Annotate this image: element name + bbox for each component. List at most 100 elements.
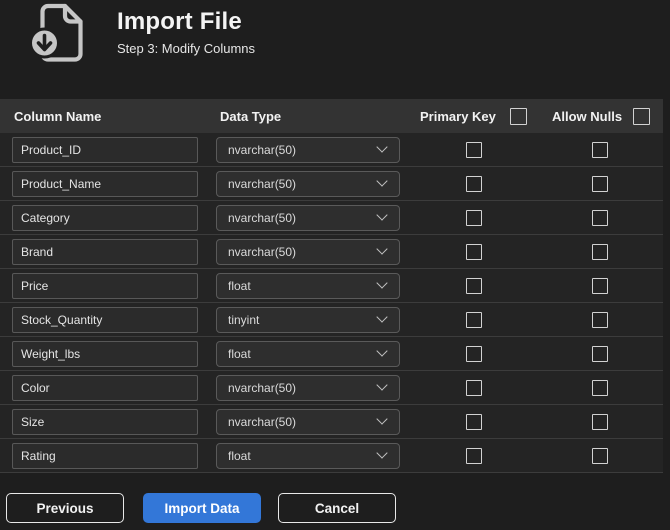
chevron-down-icon <box>376 379 388 391</box>
column-name-input[interactable] <box>12 136 198 163</box>
allow-nulls-cell <box>537 141 663 158</box>
primary-key-cell <box>410 141 537 158</box>
column-name-cell <box>0 442 216 469</box>
data-type-dropdown[interactable]: tinyint <box>216 306 400 333</box>
primary-key-cell <box>410 311 537 328</box>
allow-nulls-checkbox[interactable] <box>592 277 608 294</box>
data-type-dropdown[interactable]: float <box>216 340 400 367</box>
primary-key-checkbox[interactable] <box>465 379 482 396</box>
column-name-input[interactable] <box>12 408 198 435</box>
table-row: nvarchar(50) <box>0 405 663 439</box>
data-type-value: nvarchar(50) <box>228 210 297 225</box>
primary-key-checkbox[interactable] <box>465 277 482 294</box>
table-row: nvarchar(50) <box>0 167 663 201</box>
data-type-dropdown[interactable]: nvarchar(50) <box>216 374 400 401</box>
data-type-dropdown[interactable]: nvarchar(50) <box>216 408 400 435</box>
column-header-name: Column Name <box>14 108 102 124</box>
primary-key-checkbox[interactable] <box>465 141 482 158</box>
table-row: float <box>0 439 663 473</box>
chevron-down-icon <box>376 209 388 221</box>
column-name-input[interactable] <box>12 340 198 367</box>
column-name-input[interactable] <box>12 204 198 231</box>
allow-nulls-checkbox[interactable] <box>592 311 608 328</box>
footer-actions: Previous Import Data Cancel <box>6 493 396 523</box>
allow-nulls-cell <box>537 175 663 192</box>
data-type-value: nvarchar(50) <box>228 176 297 191</box>
primary-key-checkbox[interactable] <box>465 447 482 464</box>
allow-nulls-cell <box>537 379 663 396</box>
allow-nulls-cell <box>537 277 663 294</box>
data-type-value: float <box>228 448 251 463</box>
cancel-button[interactable]: Cancel <box>278 493 396 523</box>
column-name-cell <box>0 204 216 231</box>
column-name-cell <box>0 306 216 333</box>
column-name-cell <box>0 272 216 299</box>
data-type-dropdown[interactable]: nvarchar(50) <box>216 136 400 163</box>
table-header-row: Column Name Data Type Primary Key Allow … <box>0 99 663 133</box>
allow-nulls-checkbox[interactable] <box>592 175 608 192</box>
data-type-value: float <box>228 278 251 293</box>
primary-key-checkbox[interactable] <box>465 175 482 192</box>
allow-nulls-checkbox[interactable] <box>592 243 608 260</box>
primary-key-cell <box>410 243 537 260</box>
column-name-input[interactable] <box>12 272 198 299</box>
primary-key-cell <box>410 175 537 192</box>
primary-key-cell <box>410 379 537 396</box>
data-type-cell: nvarchar(50) <box>216 238 410 265</box>
previous-button[interactable]: Previous <box>6 493 124 523</box>
column-header-primary-key-group: Primary Key <box>410 107 537 125</box>
data-type-dropdown[interactable]: nvarchar(50) <box>216 204 400 231</box>
table-row: nvarchar(50) <box>0 235 663 269</box>
table-row: float <box>0 337 663 371</box>
column-name-input[interactable] <box>12 170 198 197</box>
column-name-cell <box>0 238 216 265</box>
table-row: nvarchar(50) <box>0 133 663 167</box>
data-type-dropdown[interactable]: float <box>216 442 400 469</box>
import-data-button[interactable]: Import Data <box>143 493 261 523</box>
data-type-cell: float <box>216 442 410 469</box>
column-name-cell <box>0 136 216 163</box>
data-type-dropdown[interactable]: nvarchar(50) <box>216 170 400 197</box>
allow-nulls-checkbox[interactable] <box>592 345 608 362</box>
primary-key-select-all-checkbox[interactable] <box>510 107 527 125</box>
allow-nulls-select-all-checkbox[interactable] <box>633 107 650 125</box>
primary-key-checkbox[interactable] <box>465 311 482 328</box>
allow-nulls-checkbox[interactable] <box>592 447 608 464</box>
column-name-cell <box>0 340 216 367</box>
data-type-dropdown[interactable]: float <box>216 272 400 299</box>
primary-key-checkbox[interactable] <box>465 413 482 430</box>
data-type-dropdown[interactable]: nvarchar(50) <box>216 238 400 265</box>
allow-nulls-checkbox[interactable] <box>592 141 608 158</box>
primary-key-cell <box>410 277 537 294</box>
file-download-icon <box>28 3 84 63</box>
data-type-value: nvarchar(50) <box>228 380 297 395</box>
allow-nulls-checkbox[interactable] <box>592 209 608 226</box>
column-name-input[interactable] <box>12 238 198 265</box>
column-name-input[interactable] <box>12 306 198 333</box>
column-header-allow-nulls-group: Allow Nulls <box>537 107 663 125</box>
primary-key-checkbox[interactable] <box>465 345 482 362</box>
primary-key-cell <box>410 413 537 430</box>
data-type-cell: nvarchar(50) <box>216 136 410 163</box>
primary-key-checkbox[interactable] <box>465 209 482 226</box>
column-name-cell <box>0 408 216 435</box>
header: Import File Step 3: Modify Columns <box>117 8 255 56</box>
column-name-cell <box>0 170 216 197</box>
chevron-down-icon <box>376 413 388 425</box>
primary-key-checkbox[interactable] <box>465 243 482 260</box>
data-type-cell: float <box>216 340 410 367</box>
table-row: nvarchar(50) <box>0 371 663 405</box>
column-name-input[interactable] <box>12 374 198 401</box>
chevron-down-icon <box>376 243 388 255</box>
allow-nulls-cell <box>537 243 663 260</box>
allow-nulls-cell <box>537 311 663 328</box>
data-type-value: tinyint <box>228 312 260 327</box>
allow-nulls-checkbox[interactable] <box>592 413 608 430</box>
step-indicator: Step 3: Modify Columns <box>117 41 256 56</box>
allow-nulls-checkbox[interactable] <box>592 379 608 396</box>
primary-key-cell <box>410 447 537 464</box>
columns-table: Column Name Data Type Primary Key Allow … <box>0 99 663 473</box>
primary-key-cell <box>410 345 537 362</box>
allow-nulls-cell <box>537 209 663 226</box>
column-name-input[interactable] <box>12 442 198 469</box>
